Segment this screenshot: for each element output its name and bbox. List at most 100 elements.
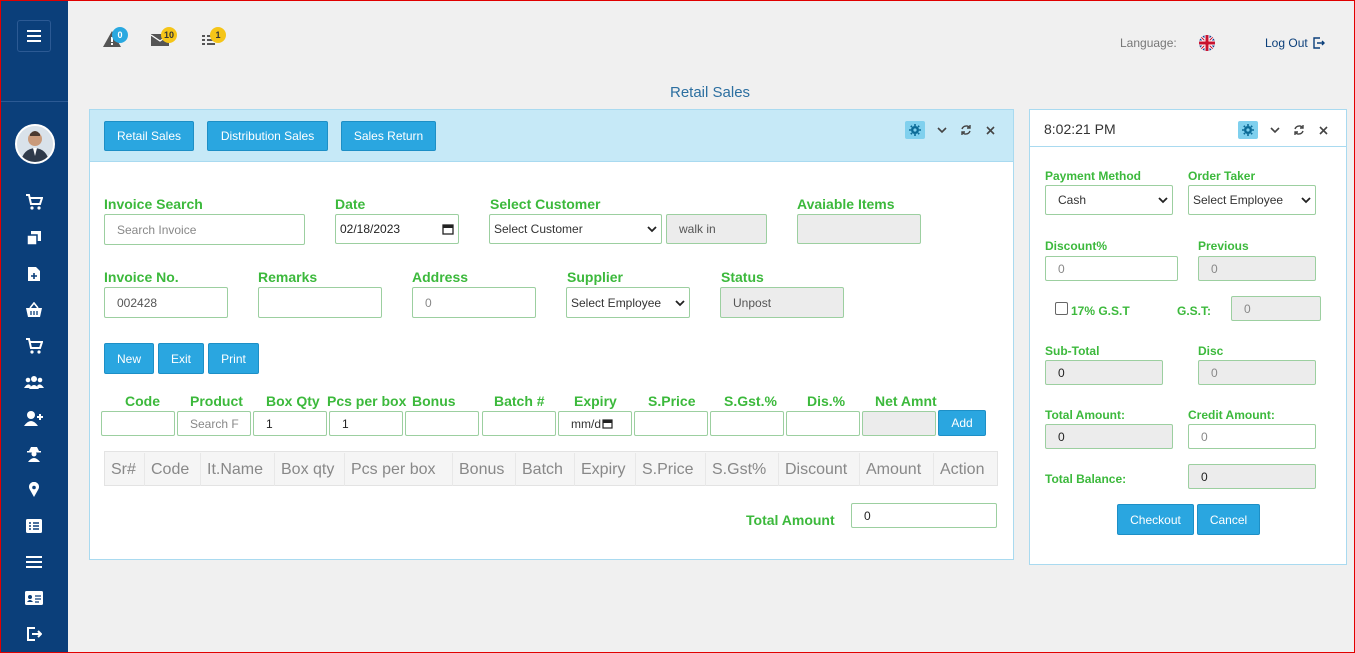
product-column-label: Product <box>190 393 243 409</box>
date-input[interactable]: 02/18/2023 <box>335 214 459 244</box>
customer-select-value: Select Customer <box>494 222 583 236</box>
sidebar <box>1 1 68 652</box>
sidebar-item-cart-2[interactable] <box>22 336 46 356</box>
invoice-search-input[interactable]: Search Invoice <box>104 214 305 245</box>
total-amount-label: Total Amount <box>746 512 835 528</box>
address-input[interactable]: 0 <box>412 287 536 318</box>
sidebar-item-location[interactable] <box>22 480 46 500</box>
chevron-down-icon <box>1270 127 1280 134</box>
collapse-button[interactable] <box>935 123 949 137</box>
hamburger-icon <box>27 30 41 42</box>
credit-amount-label: Credit Amount: <box>1188 408 1275 422</box>
sidebar-item-id-card[interactable] <box>22 588 46 608</box>
alerts-button[interactable]: 0 <box>102 27 128 50</box>
collapse-button[interactable] <box>1268 123 1282 137</box>
order-taker-label: Order Taker <box>1188 169 1256 183</box>
column-header: Sr# <box>105 453 145 486</box>
chevron-down-icon <box>937 127 947 134</box>
discount-percent-input[interactable]: 0 <box>1045 256 1178 281</box>
refresh-button[interactable] <box>959 123 973 137</box>
bonus-input[interactable] <box>405 411 479 436</box>
pcs-column-label: Pcs per box <box>327 393 407 409</box>
messages-badge: 10 <box>161 27 177 43</box>
supplier-select[interactable]: Select Employee <box>566 287 690 318</box>
payment-method-select[interactable]: Cash <box>1045 185 1173 215</box>
customer-select[interactable]: Select Customer <box>489 214 662 244</box>
sidebar-item-cart[interactable] <box>22 192 46 212</box>
discount-percent-label: Discount% <box>1045 239 1108 253</box>
settings-button[interactable] <box>1238 121 1258 139</box>
refresh-button[interactable] <box>1292 123 1306 137</box>
column-header: Amount <box>860 453 934 486</box>
box-qty-column-label: Box Qty <box>266 393 320 409</box>
messages-button[interactable]: 10 <box>150 27 177 50</box>
sidebar-item-file[interactable] <box>22 264 46 284</box>
sign-out-icon <box>27 627 42 641</box>
total-balance-label: Total Balance: <box>1045 472 1127 486</box>
users-icon <box>24 376 44 389</box>
checkout-button[interactable]: Checkout <box>1117 504 1194 535</box>
batch-input[interactable] <box>482 411 556 436</box>
close-icon <box>985 125 995 135</box>
cancel-button[interactable]: Cancel <box>1197 504 1260 535</box>
tab-sales-return[interactable]: Sales Return <box>341 121 436 151</box>
box-qty-input[interactable]: 1 <box>253 411 327 436</box>
sgst-input[interactable] <box>710 411 784 436</box>
close-button[interactable] <box>1316 123 1330 137</box>
gst-label: G.S.T: <box>1177 304 1212 318</box>
checkout-panel-header: 8:02:21 PM <box>1030 110 1346 147</box>
map-pin-icon <box>29 482 39 497</box>
calendar-icon <box>442 224 454 235</box>
sprice-input[interactable] <box>634 411 708 436</box>
sidebar-item-basket[interactable] <box>22 300 46 320</box>
invoice-no-input[interactable]: 002428 <box>104 287 228 318</box>
sidebar-item-users[interactable] <box>22 372 46 392</box>
gst-field: 0 <box>1231 296 1321 321</box>
new-button[interactable]: New <box>104 343 154 374</box>
calendar-icon <box>602 419 613 429</box>
previous-label: Previous <box>1198 239 1249 253</box>
panel-tools <box>905 121 997 139</box>
sidebar-item-list[interactable] <box>22 516 46 536</box>
gst-checkbox[interactable] <box>1055 302 1068 315</box>
net-amount-field <box>862 411 936 436</box>
print-button[interactable]: Print <box>208 343 259 374</box>
supplier-label: Supplier <box>567 269 624 285</box>
total-amount-field: 0 <box>851 503 997 528</box>
uk-flag-icon[interactable] <box>1199 35 1215 51</box>
remarks-input[interactable] <box>258 287 382 318</box>
tasks-button[interactable]: 1 <box>202 27 226 50</box>
settings-button[interactable] <box>905 121 925 139</box>
sidebar-item-staff[interactable] <box>22 444 46 464</box>
expiry-input[interactable]: mm/d <box>558 411 632 436</box>
list-alt-icon <box>26 519 42 533</box>
tab-distribution-sales[interactable]: Distribution Sales <box>207 121 328 151</box>
order-taker-select[interactable]: Select Employee <box>1188 185 1316 215</box>
product-search-input[interactable]: Search F <box>177 411 251 436</box>
avatar[interactable] <box>15 124 55 164</box>
customer-name-field: walk in <box>666 214 767 244</box>
disc-field: 0 <box>1198 360 1316 385</box>
pcs-per-box-input[interactable]: 1 <box>329 411 403 436</box>
exit-button[interactable]: Exit <box>158 343 204 374</box>
code-column-label: Code <box>125 393 160 409</box>
available-items-field <box>797 214 921 244</box>
sidebar-item-menu[interactable] <box>22 552 46 572</box>
sidebar-item-logout[interactable] <box>22 624 46 644</box>
sprice-column-label: S.Price <box>648 393 696 409</box>
column-header: It.Name <box>201 453 275 486</box>
invoice-search-label: Invoice Search <box>104 196 203 212</box>
user-plus-icon <box>24 411 43 426</box>
add-item-button[interactable]: Add <box>938 410 986 436</box>
refresh-icon <box>961 125 971 135</box>
menu-toggle-button[interactable] <box>17 20 51 52</box>
sidebar-item-add-user[interactable] <box>22 408 46 428</box>
close-button[interactable] <box>983 123 997 137</box>
date-value: 02/18/2023 <box>340 222 401 236</box>
code-input[interactable] <box>101 411 175 436</box>
tab-retail-sales[interactable]: Retail Sales <box>104 121 194 151</box>
discount-input[interactable] <box>786 411 860 436</box>
sidebar-item-copies[interactable] <box>22 228 46 248</box>
logout-link[interactable]: Log Out <box>1265 36 1325 50</box>
credit-amount-input[interactable]: 0 <box>1188 424 1316 449</box>
